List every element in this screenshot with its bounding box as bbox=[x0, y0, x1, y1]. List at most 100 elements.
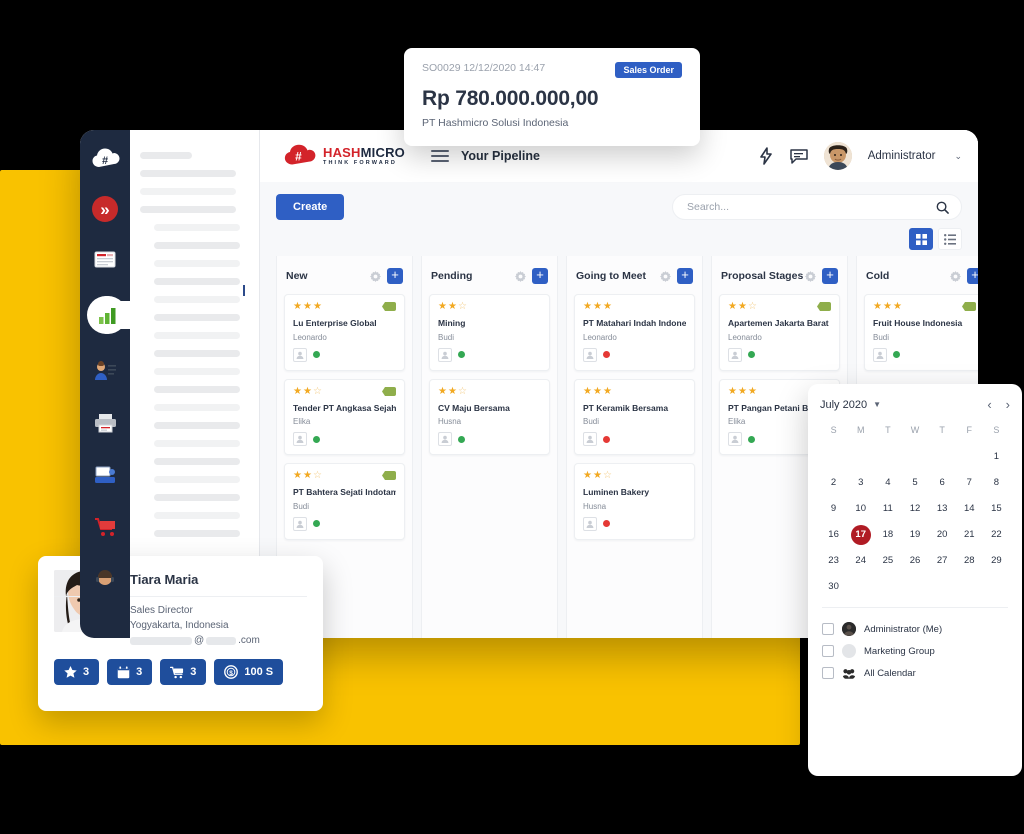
card-avatar[interactable] bbox=[293, 516, 307, 531]
create-button[interactable]: Create bbox=[276, 194, 345, 220]
column-settings-button[interactable] bbox=[805, 270, 816, 282]
rating-star-icon[interactable]: ★ bbox=[873, 302, 882, 312]
rating-star-icon[interactable]: ☆ bbox=[603, 471, 612, 481]
search-box[interactable] bbox=[672, 194, 962, 220]
rating-star-icon[interactable]: ★ bbox=[893, 302, 902, 312]
card-avatar[interactable] bbox=[583, 432, 597, 447]
rating-star-icon[interactable]: ★ bbox=[748, 386, 757, 397]
calendar-day[interactable]: 25 bbox=[874, 551, 901, 571]
card-avatar[interactable] bbox=[438, 432, 452, 447]
calendar-day[interactable]: 14 bbox=[956, 499, 983, 519]
calendar-day[interactable]: 19 bbox=[901, 525, 928, 545]
calendar-day[interactable]: 22 bbox=[983, 525, 1010, 545]
add-card-button[interactable]: + bbox=[677, 268, 693, 284]
calendar-prev-button[interactable]: ‹ bbox=[987, 398, 991, 411]
add-card-button[interactable]: + bbox=[532, 268, 548, 284]
kanban-card[interactable]: ★ ★ ★ Lu Enterprise Global Leonardo bbox=[284, 294, 405, 371]
rating-star-icon[interactable]: ★ bbox=[728, 386, 737, 397]
sidebar-item-purchase[interactable] bbox=[90, 512, 120, 542]
sidebar-item-crm[interactable] bbox=[90, 356, 120, 386]
calendar-day-selected[interactable]: 17 bbox=[850, 525, 871, 545]
calendar-source-item[interactable]: All Calendar bbox=[820, 662, 1010, 684]
calendar-day[interactable]: 3 bbox=[847, 473, 874, 493]
rating-star-icon[interactable]: ☆ bbox=[458, 302, 467, 312]
calendar-day[interactable]: 13 bbox=[929, 499, 956, 519]
calendar-month-label[interactable]: July 2020 bbox=[820, 399, 867, 411]
search-input[interactable] bbox=[685, 200, 936, 214]
calendar-day[interactable]: 7 bbox=[956, 473, 983, 493]
kanban-card[interactable]: ★ ★ ★ PT Keramik Bersama Budi bbox=[574, 378, 695, 456]
column-settings-button[interactable] bbox=[370, 270, 381, 282]
card-tag[interactable] bbox=[382, 386, 396, 396]
calendar-day[interactable]: 26 bbox=[901, 551, 928, 571]
calendar-source-checkbox[interactable] bbox=[822, 623, 834, 635]
card-avatar[interactable] bbox=[583, 516, 597, 531]
rating-star-icon[interactable]: ☆ bbox=[313, 471, 322, 481]
kanban-card[interactable]: ★ ★ ☆ Luminen Bakery Husna bbox=[574, 463, 695, 540]
user-avatar[interactable] bbox=[823, 142, 852, 170]
user-name[interactable]: Administrator bbox=[868, 150, 936, 162]
card-tag[interactable] bbox=[382, 302, 396, 311]
sidebar-item-support[interactable] bbox=[90, 564, 120, 594]
rating-star-icon[interactable]: ★ bbox=[293, 386, 302, 397]
rating-star-icon[interactable]: ☆ bbox=[458, 386, 467, 397]
sidebar-item-analytics[interactable] bbox=[89, 296, 141, 334]
chevron-down-icon[interactable]: ⌄ bbox=[954, 151, 962, 162]
calendar-day[interactable]: 18 bbox=[874, 525, 901, 545]
calendar-day[interactable]: 6 bbox=[929, 473, 956, 493]
calendar-day[interactable]: 2 bbox=[820, 473, 847, 493]
calendar-source-checkbox[interactable] bbox=[822, 645, 834, 657]
calendar-day[interactable]: 29 bbox=[983, 551, 1010, 571]
sidebar-item-news[interactable] bbox=[90, 244, 120, 274]
rating-star-icon[interactable]: ★ bbox=[593, 386, 602, 397]
rating-star-icon[interactable]: ★ bbox=[603, 302, 612, 312]
menu-toggle-icon[interactable] bbox=[430, 150, 449, 162]
rating-star-icon[interactable]: ★ bbox=[438, 302, 447, 312]
calendar-day[interactable]: 23 bbox=[820, 551, 847, 571]
calendar-day[interactable]: 1 bbox=[983, 447, 1010, 467]
calendar-day[interactable]: 15 bbox=[983, 499, 1010, 519]
rating-star-icon[interactable]: ★ bbox=[313, 302, 322, 312]
calendar-day[interactable]: 16 bbox=[820, 525, 847, 545]
profile-stat-coin[interactable]: $100 S bbox=[214, 659, 284, 685]
calendar-day[interactable]: 9 bbox=[820, 499, 847, 519]
activity-bolt-icon[interactable] bbox=[759, 147, 774, 165]
calendar-day[interactable]: 10 bbox=[847, 499, 874, 519]
calendar-day[interactable]: 24 bbox=[847, 551, 874, 571]
column-settings-button[interactable] bbox=[660, 270, 671, 282]
card-avatar[interactable] bbox=[728, 347, 742, 362]
rating-star-icon[interactable]: ★ bbox=[303, 471, 312, 481]
calendar-day[interactable]: 5 bbox=[901, 473, 928, 493]
calendar-day[interactable]: 28 bbox=[956, 551, 983, 571]
calendar-day[interactable]: 4 bbox=[874, 473, 901, 493]
rating-star-icon[interactable]: ☆ bbox=[748, 302, 757, 312]
rating-star-icon[interactable]: ★ bbox=[738, 386, 747, 397]
column-settings-button[interactable] bbox=[950, 270, 961, 282]
sidebar-item-collapse[interactable]: » bbox=[92, 196, 118, 222]
rating-star-icon[interactable]: ★ bbox=[583, 302, 592, 312]
calendar-day[interactable]: 20 bbox=[929, 525, 956, 545]
kanban-card[interactable]: ★ ★ ☆ CV Maju Bersama Husna bbox=[429, 378, 550, 456]
card-avatar[interactable] bbox=[293, 347, 307, 362]
rating-star-icon[interactable]: ★ bbox=[448, 302, 457, 312]
add-card-button[interactable]: + bbox=[967, 268, 978, 284]
calendar-day[interactable]: 11 bbox=[874, 499, 901, 519]
chevron-down-icon[interactable]: ▼ bbox=[873, 400, 881, 409]
card-avatar[interactable] bbox=[728, 432, 742, 447]
rating-star-icon[interactable]: ★ bbox=[593, 471, 602, 481]
card-avatar[interactable] bbox=[583, 347, 597, 362]
rating-star-icon[interactable]: ★ bbox=[438, 386, 447, 397]
calendar-source-item[interactable]: Marketing Group bbox=[820, 640, 1010, 662]
calendar-day[interactable]: 12 bbox=[901, 499, 928, 519]
calendar-source-item[interactable]: Administrator (Me) bbox=[820, 618, 1010, 640]
list-view-button[interactable] bbox=[938, 228, 962, 250]
calendar-source-checkbox[interactable] bbox=[822, 667, 834, 679]
sidebar-item-pos[interactable] bbox=[90, 460, 120, 490]
kanban-card[interactable]: ★★★PT Matahari Indah IndonesiaLeonardo bbox=[574, 294, 695, 371]
messages-icon[interactable] bbox=[789, 148, 808, 164]
grid-view-button[interactable] bbox=[909, 228, 933, 250]
calendar-day[interactable]: 21 bbox=[956, 525, 983, 545]
rating-star-icon[interactable]: ★ bbox=[303, 386, 312, 397]
rating-star-icon[interactable]: ★ bbox=[583, 386, 592, 397]
profile-stat-star[interactable]: 3 bbox=[54, 659, 100, 685]
